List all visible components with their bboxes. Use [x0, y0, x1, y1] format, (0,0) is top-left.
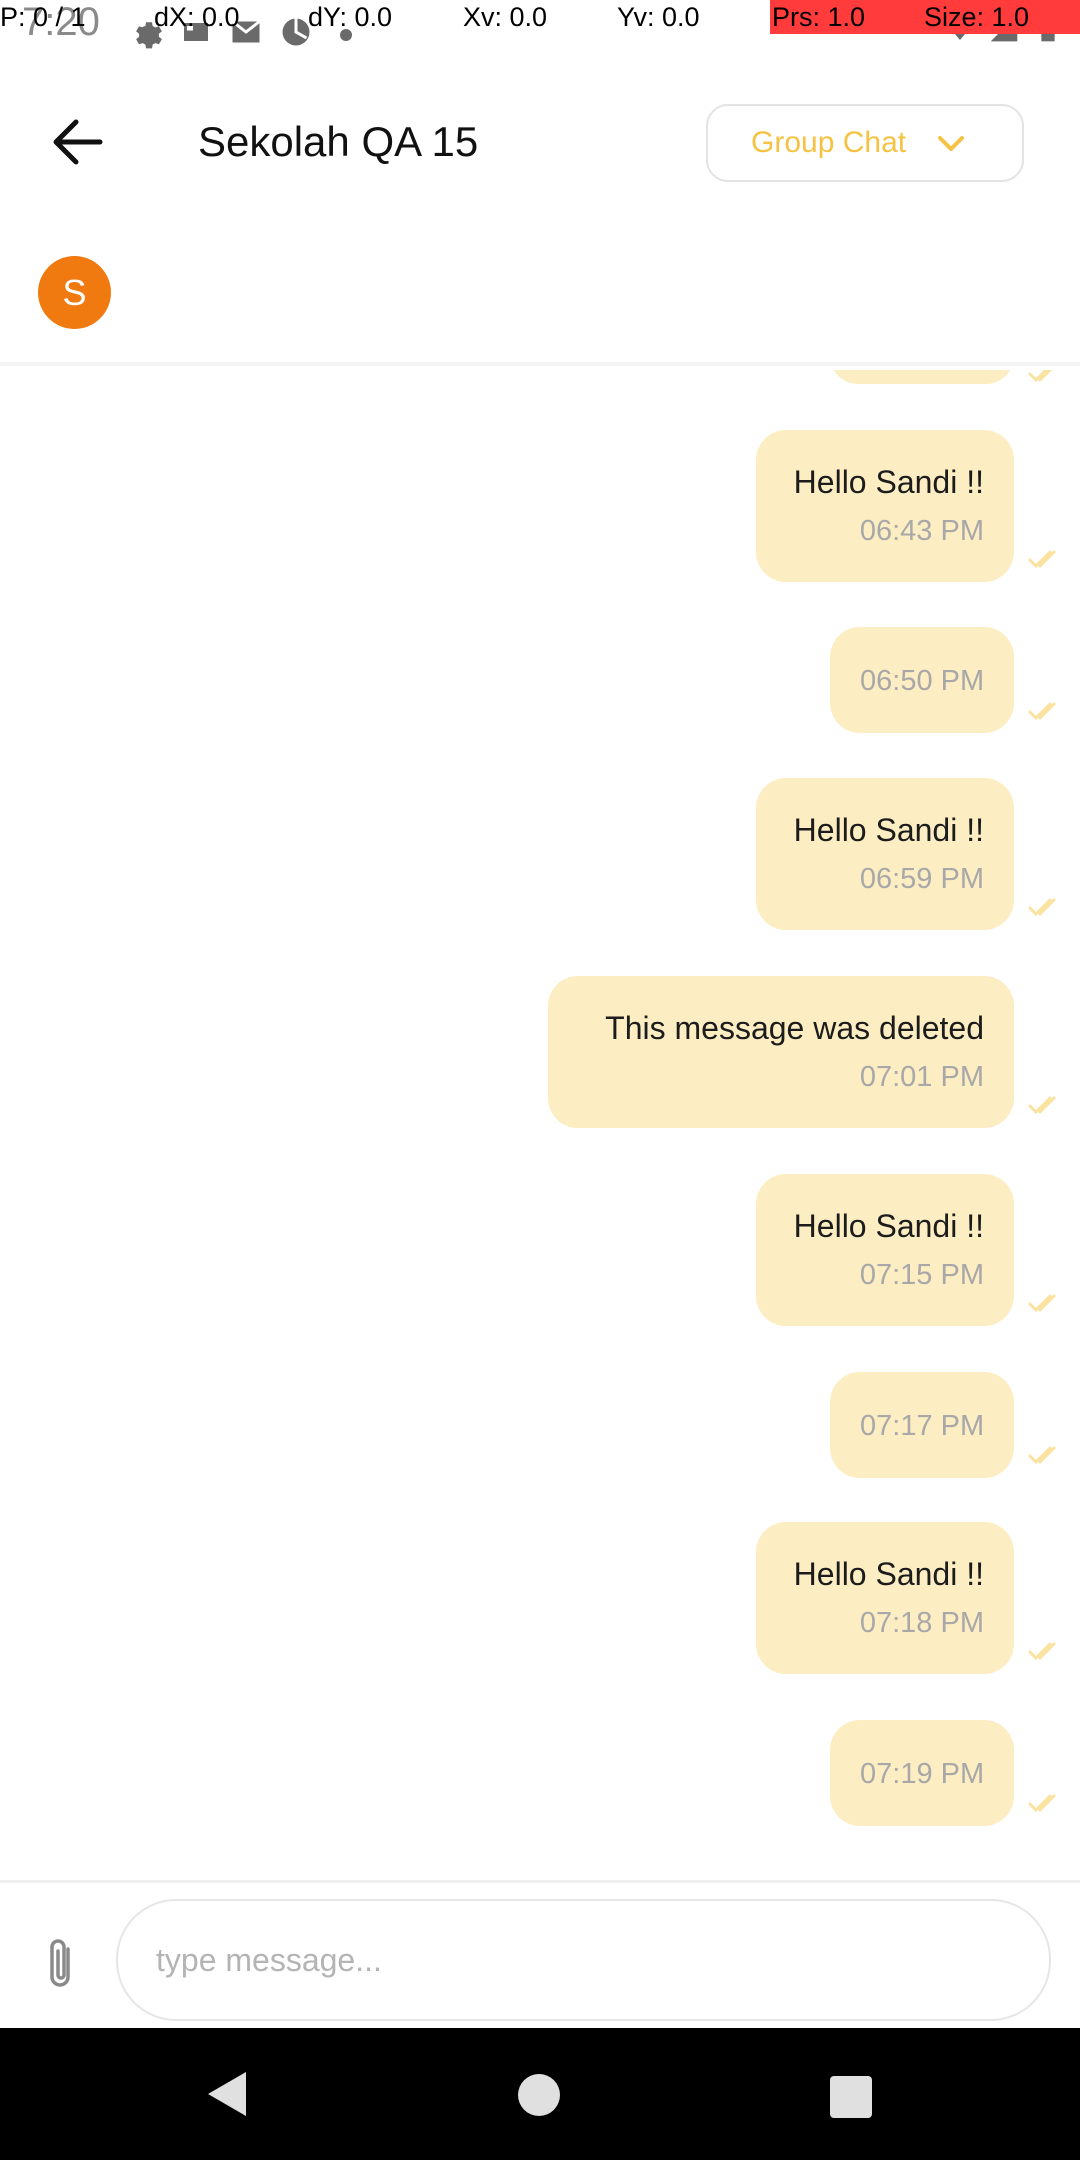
message-bubble-deleted[interactable]: This message was deleted 07:01 PM	[548, 976, 1014, 1128]
nav-recents-icon[interactable]	[830, 2076, 872, 2118]
double-check-icon	[1028, 1446, 1056, 1465]
message-text: Hello Sandi !!	[793, 464, 984, 500]
double-check-icon	[1028, 702, 1056, 721]
dropdown-label: Group Chat	[751, 126, 907, 159]
message-time: 06:50 PM	[860, 665, 985, 697]
debug-size: Size: 1.0	[922, 0, 1080, 34]
debug-yv: Yv: 0.0	[617, 2, 700, 32]
chat-type-dropdown[interactable]: Group Chat	[706, 104, 1024, 182]
chat-title: Sekolah QA 15	[198, 118, 479, 165]
message-time: 06:59 PM	[859, 863, 984, 895]
message-composer	[0, 1880, 1080, 2028]
message-bubble[interactable]: 07:17 PM	[830, 1372, 1014, 1478]
message-text: Hello Sandi !!	[793, 1556, 984, 1592]
chat-header: Sekolah QA 15 Group Chat	[0, 70, 1080, 216]
message-bubble[interactable]: 06:50 PM	[830, 627, 1014, 733]
message-text: This message was deleted	[605, 1010, 984, 1046]
message-bubble[interactable]: Hello Sandi !! 06:43 PM	[756, 430, 1014, 582]
group-members-bar: S	[0, 216, 1080, 366]
double-check-icon	[1028, 370, 1053, 383]
message-bubble[interactable]: Hello Sandi !! 07:18 PM	[756, 1522, 1014, 1674]
double-check-icon	[1028, 1642, 1056, 1661]
message-time: 06:43 PM	[859, 515, 984, 547]
double-check-icon	[1028, 1794, 1056, 1813]
double-check-icon	[1028, 898, 1056, 917]
debug-xv: Xv: 0.0	[463, 2, 548, 32]
paperclip-icon[interactable]	[40, 1935, 80, 1993]
message-time: 07:15 PM	[859, 1259, 984, 1291]
chevron-down-icon	[938, 136, 964, 151]
message-time: 07:19 PM	[860, 1758, 985, 1790]
message-list[interactable]: Hello Sandi !! 06:43 PM 06:50 PM Hello S…	[0, 370, 1080, 1880]
system-nav-bar	[0, 2028, 1080, 2160]
double-check-icon	[1028, 1096, 1056, 1115]
message-time: 07:01 PM	[859, 1061, 984, 1093]
debug-pointer-count: P: 0 / 1	[0, 2, 86, 32]
message-bubble[interactable]: Hello Sandi !! 07:15 PM	[756, 1174, 1014, 1326]
message-time: 07:18 PM	[859, 1607, 984, 1639]
pointer-debug-overlay: P: 0 / 1 dX: 0.0 dY: 0.0 Xv: 0.0 Yv: 0.0…	[0, 0, 1080, 36]
avatar[interactable]: S	[38, 256, 111, 329]
status-bar: 7:20 P: 0 / 1 dX: 0.0 dY: 0.0 Xv: 0.0 Yv…	[0, 0, 1080, 49]
back-arrow-icon[interactable]	[48, 116, 106, 168]
message-text: Hello Sandi !!	[793, 812, 984, 848]
debug-pressure: Prs: 1.0	[770, 0, 922, 34]
message-bubble[interactable]: Hello Sandi !! 06:59 PM	[756, 778, 1014, 930]
debug-dx: dX: 0.0	[154, 2, 240, 32]
double-check-icon	[1028, 550, 1056, 569]
message-bubble[interactable]: 07:19 PM	[830, 1720, 1014, 1826]
message-bubble-partial[interactable]	[830, 370, 1014, 384]
message-text: Hello Sandi !!	[793, 1208, 984, 1244]
nav-back-icon[interactable]	[206, 2070, 248, 2118]
nav-home-icon[interactable]	[518, 2074, 560, 2116]
double-check-icon	[1028, 1294, 1056, 1313]
debug-dy: dY: 0.0	[308, 2, 393, 32]
message-input[interactable]	[116, 1899, 1051, 2021]
message-time: 07:17 PM	[860, 1410, 985, 1442]
